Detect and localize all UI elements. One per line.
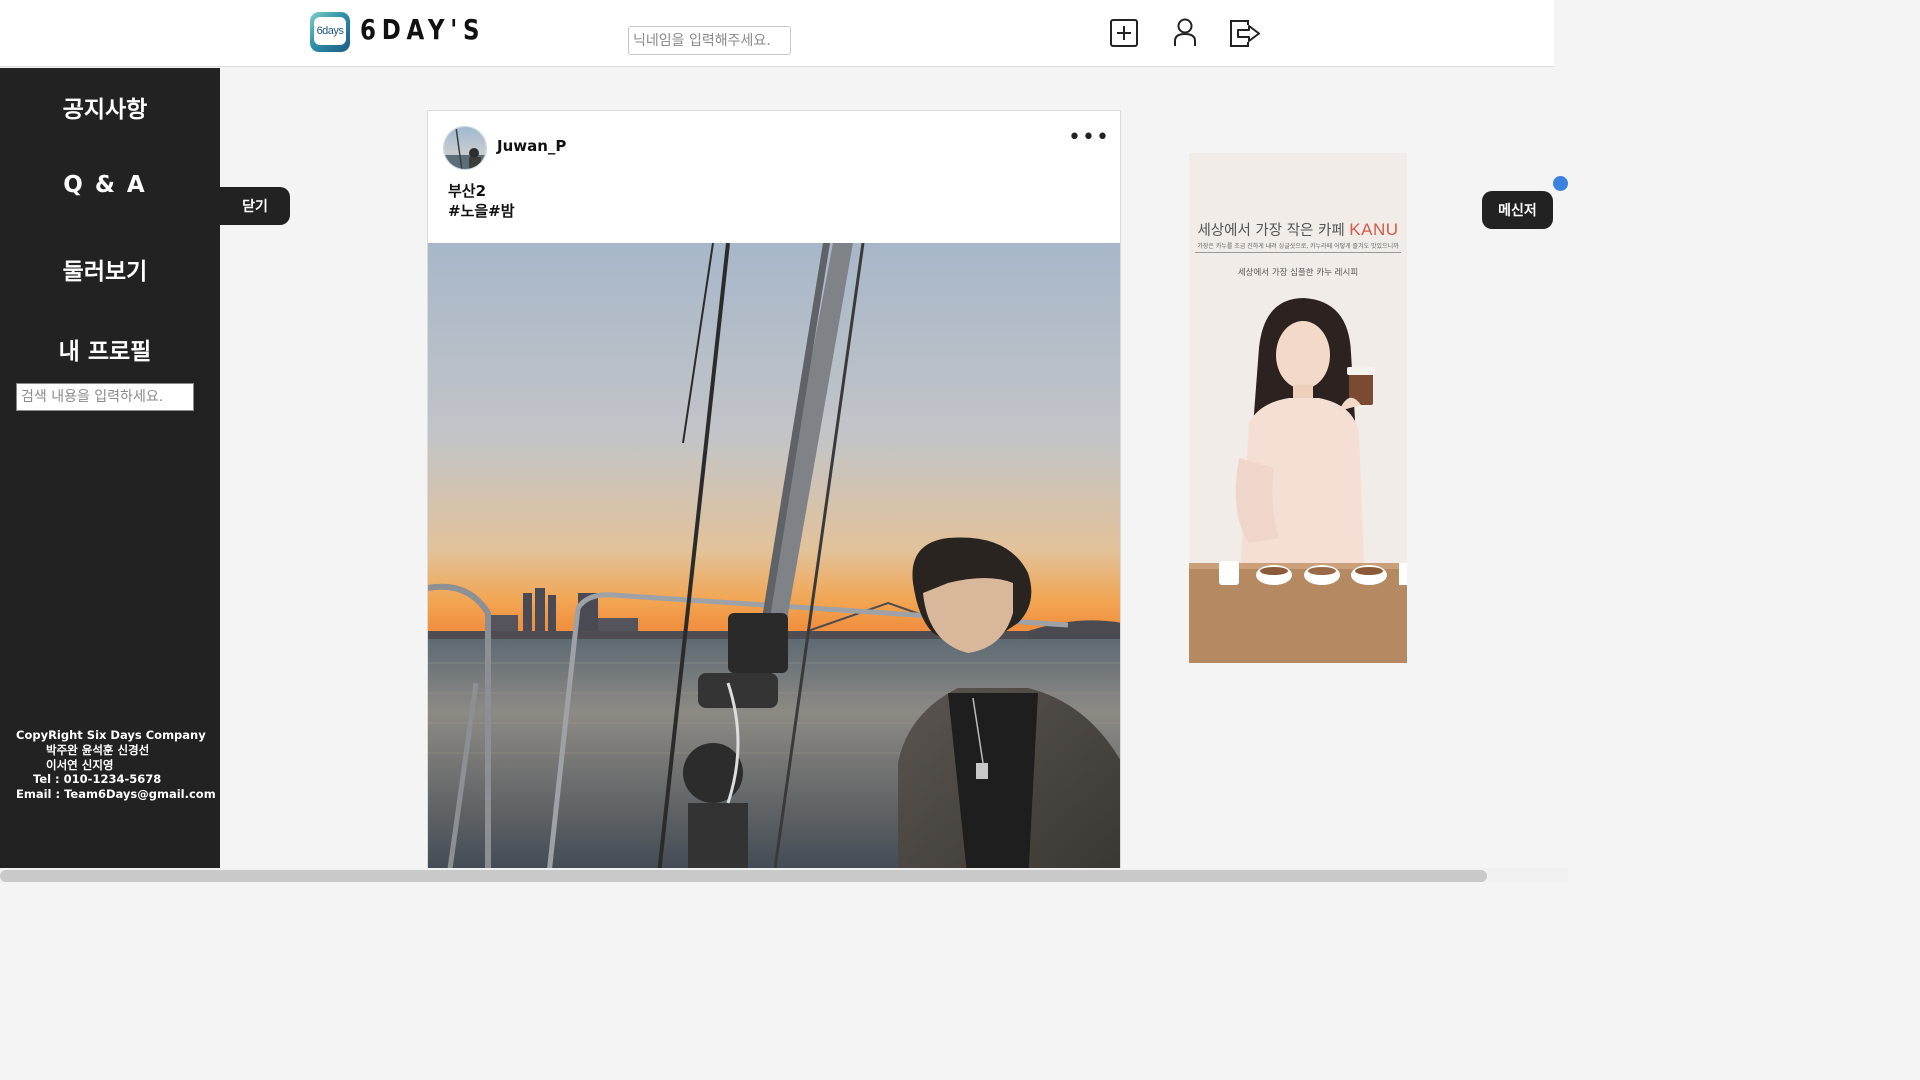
sidebar-item-qna[interactable]: Q & A xyxy=(0,172,210,198)
horizontal-scrollbar[interactable] xyxy=(0,868,1568,882)
post-card: Juwan_P ••• 부산2 #노을#밤 xyxy=(427,110,1121,880)
sidebar-item-explore[interactable]: 둘러보기 xyxy=(0,252,210,286)
ad-banner[interactable]: 세상에서 가장 작은 카페 KANU 가장은 카누를 조금 진하게 내려 싱글샷… xyxy=(1189,153,1407,663)
sidebar-item-my-profile[interactable]: 내 프로필 xyxy=(0,332,210,366)
avatar-photo xyxy=(444,127,486,169)
sidebar-item-notice[interactable]: 공지사항 xyxy=(0,90,210,124)
close-sidebar-button[interactable]: 닫기 xyxy=(220,187,290,225)
avatar[interactable] xyxy=(443,126,487,170)
post-caption-hashtags: #노을#밤 xyxy=(448,202,515,220)
nickname-search-input[interactable] xyxy=(628,26,791,55)
logo-icon[interactable]: 6days xyxy=(310,12,350,52)
copyright-email: Email : Team6Days@gmail.com xyxy=(16,787,216,802)
logo-wordmark[interactable]: 6DAY'S xyxy=(360,13,485,46)
ad-subline: 가장은 카누를 조금 진하게 내려 싱글샷으로, 카누라떼 어떻게 즐겨도 맛있… xyxy=(1197,243,1399,250)
ad-headline: 세상에서 가장 작은 카페 KANU xyxy=(1189,219,1407,240)
profile-icon[interactable] xyxy=(1168,16,1202,50)
ad-headline-text: 세상에서 가장 작은 카페 xyxy=(1197,223,1345,239)
logout-icon[interactable] xyxy=(1228,16,1262,50)
post-more-options-button[interactable]: ••• xyxy=(1068,127,1109,155)
notification-dot xyxy=(1553,176,1568,191)
ad-model-image xyxy=(1189,298,1407,663)
scrollbar-thumb[interactable] xyxy=(0,870,1487,882)
ad-tagline: 세상에서 가장 심플한 카누 레시피 xyxy=(1237,268,1359,278)
copyright-tel: Tel : 010-1234-5678 xyxy=(33,772,162,787)
messenger-button[interactable]: 메신저 xyxy=(1482,191,1553,229)
top-header: 6days 6DAY'S xyxy=(0,0,1554,67)
ad-divider xyxy=(1195,252,1401,253)
sidebar: 공지사항 Q & A 둘러보기 내 프로필 CopyRight Six Days… xyxy=(0,68,220,868)
copyright-info: CopyRight Six Days Company 박주완 윤석훈 신경선 이… xyxy=(16,728,216,802)
sidebar-search-input[interactable] xyxy=(16,383,194,411)
ad-brand: KANU xyxy=(1349,220,1399,239)
copyright-members-1: 박주완 윤석훈 신경선 xyxy=(46,742,150,757)
add-post-icon[interactable] xyxy=(1107,16,1141,50)
copyright-company: CopyRight Six Days Company xyxy=(16,728,206,742)
post-photo xyxy=(428,243,1120,879)
post-caption: 부산2 #노을#밤 xyxy=(448,181,515,221)
post-username[interactable]: Juwan_P xyxy=(497,137,566,155)
logo-badge-text: 6days xyxy=(314,17,346,45)
post-caption-title: 부산2 xyxy=(448,182,487,200)
copyright-members-2: 이서연 신지영 xyxy=(46,757,114,772)
